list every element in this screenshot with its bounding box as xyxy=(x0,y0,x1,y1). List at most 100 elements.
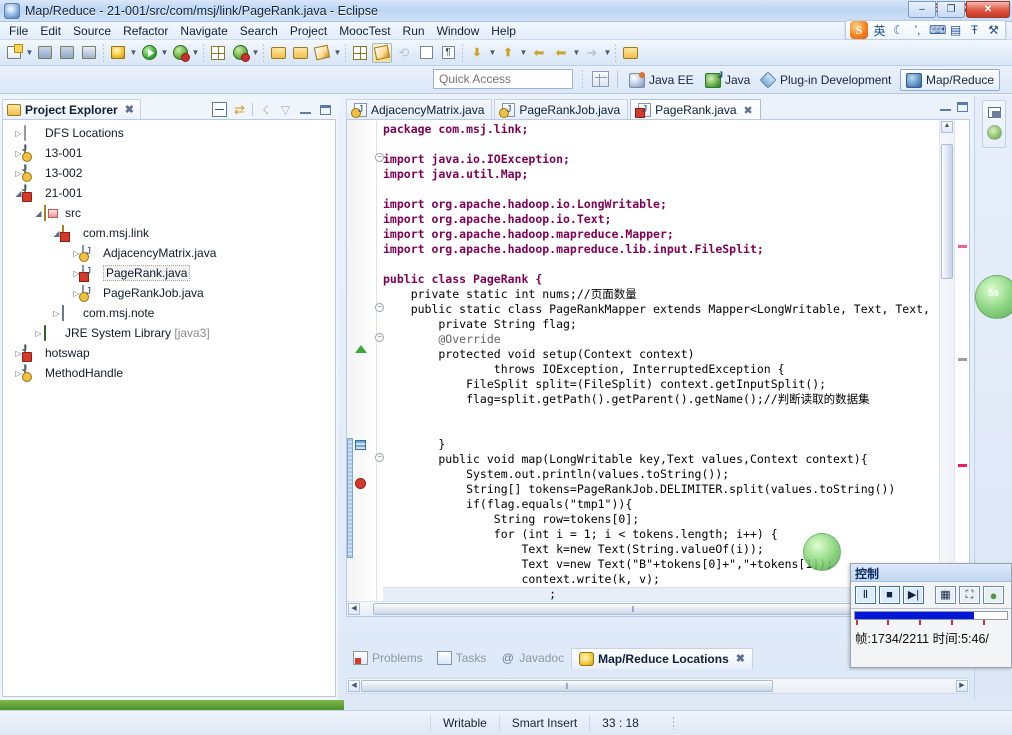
menu-edit[interactable]: Edit xyxy=(34,23,67,39)
link-editor-icon[interactable]: ⇄ xyxy=(232,102,247,117)
minimize-window-button[interactable]: – xyxy=(908,1,936,18)
outline-view-icon[interactable] xyxy=(987,125,1002,140)
sogou-ime-toolbar[interactable]: S 英 ☾ ’, ⌨ ▤ Ŧ ⚒ xyxy=(845,20,1006,40)
step-forward-button[interactable]: ▶| xyxy=(903,586,924,604)
scroll-left-arrow-icon[interactable]: ◀ xyxy=(348,603,360,615)
perspective-java-ee[interactable]: Java EE xyxy=(624,69,699,91)
skin-icon[interactable]: Ŧ xyxy=(967,23,982,37)
previous-annotation-dropdown-chevron-down-icon[interactable]: ▼ xyxy=(519,48,528,57)
editor-tab-adjacencymatrix[interactable]: AdjacencyMatrix.java xyxy=(346,99,493,120)
sogou-logo-icon[interactable]: S xyxy=(850,21,868,39)
tree-item-13-001[interactable]: ▷ 13-001 xyxy=(3,143,335,163)
tree-item-dfs-locations[interactable]: ▷ DFS Locations xyxy=(3,123,335,143)
open-task-button[interactable] xyxy=(290,43,310,63)
new-java-project-button[interactable] xyxy=(208,43,228,63)
tab-javadoc[interactable]: @ Javadoc xyxy=(493,648,571,669)
toolbox-icon[interactable]: ▤ xyxy=(948,23,963,37)
tree-item-pagerankjob-java[interactable]: ▷ PageRankJob.java xyxy=(3,283,335,303)
toggle-mark-button[interactable] xyxy=(372,42,392,63)
perspective-java[interactable]: Java xyxy=(700,69,755,91)
outline-button[interactable] xyxy=(416,43,436,63)
editor-tab-pagerankjob[interactable]: PageRankJob.java xyxy=(494,99,629,120)
close-icon[interactable]: ✖ xyxy=(736,652,745,665)
bottom-horizontal-scrollbar[interactable]: ◀ ‖ ▶ xyxy=(346,678,970,694)
pointer-button[interactable]: ● xyxy=(983,586,1004,604)
back-dropdown-chevron-down-icon[interactable]: ▼ xyxy=(572,48,581,57)
last-edit-button[interactable]: ⟲ xyxy=(394,43,414,63)
fullscreen-button[interactable]: ⛶ xyxy=(959,586,980,604)
scroll-left-arrow-icon[interactable]: ◀ xyxy=(348,680,360,692)
perspective-plugin-development[interactable]: Plug-in Development xyxy=(755,69,896,91)
save-all-button[interactable] xyxy=(57,43,77,63)
save-button[interactable] xyxy=(35,43,55,63)
recorder-control-panel[interactable]: 控制 Ⅱ ■ ▶| ▦ ⛶ ● 帧:1734/2211 时间:5:46/ xyxy=(850,563,1012,668)
collapse-all-icon[interactable] xyxy=(212,102,227,117)
mark-occurrences-button[interactable] xyxy=(312,43,332,63)
view-menu-chevron-down-icon[interactable]: ▽ xyxy=(278,102,293,117)
stop-button[interactable]: ■ xyxy=(879,586,900,604)
menu-window[interactable]: Window xyxy=(431,23,486,39)
fast-view-group[interactable] xyxy=(982,100,1006,148)
expand-chevron-icon[interactable]: ▷ xyxy=(51,309,62,318)
scroll-up-arrow-icon[interactable]: ▲ xyxy=(941,121,953,133)
previous-annotation-button[interactable]: ⬆ xyxy=(498,43,518,63)
tree-item-adjacencymatrix-java[interactable]: ▷ AdjacencyMatrix.java xyxy=(3,243,335,263)
extra-toolbar-button[interactable] xyxy=(620,43,640,63)
menu-refactor[interactable]: Refactor xyxy=(117,23,174,39)
mark-dropdown-chevron-down-icon[interactable]: ▼ xyxy=(333,48,342,57)
tree-item-hotswap[interactable]: ▷ hotswap xyxy=(3,343,335,363)
menu-project[interactable]: Project xyxy=(284,23,333,39)
scroll-right-arrow-icon[interactable]: ▶ xyxy=(956,680,968,692)
tab-problems[interactable]: Problems xyxy=(346,648,430,669)
restore-view-icon[interactable] xyxy=(988,107,1001,118)
chinese-english-toggle-icon[interactable]: 英 xyxy=(872,22,887,39)
playback-progress-track[interactable] xyxy=(854,611,1008,620)
debug-dropdown-chevron-down-icon[interactable]: ▼ xyxy=(129,48,138,57)
debug-button[interactable] xyxy=(108,43,128,63)
tree-item-jre-system-library[interactable]: ▷ JRE System Library [java3] xyxy=(3,323,335,343)
expand-chevron-icon[interactable]: ▷ xyxy=(13,129,24,138)
horizontal-scroll-thumb[interactable]: ‖ xyxy=(373,603,893,615)
editor-body[interactable]: − − − − package com.msj.link; import jav… xyxy=(346,119,970,617)
next-annotation-button[interactable]: ⬇ xyxy=(467,43,487,63)
tree-item-21-001[interactable]: ◢ 21-001 xyxy=(3,183,335,203)
pause-button[interactable]: Ⅱ xyxy=(855,586,876,604)
tree-item-com-msj-link[interactable]: ◢ com.msj.link xyxy=(3,223,335,243)
bottom-scroll-thumb[interactable]: ‖ xyxy=(361,680,773,692)
pilcrow-button[interactable]: ¶ xyxy=(438,43,458,63)
menu-search[interactable]: Search xyxy=(234,23,284,39)
menu-mooctest[interactable]: MoocTest xyxy=(333,23,396,39)
new-class-dropdown-chevron-down-icon[interactable]: ▼ xyxy=(251,48,260,57)
open-perspective-button[interactable] xyxy=(592,71,609,87)
new-class-button[interactable] xyxy=(230,43,250,63)
menu-help[interactable]: Help xyxy=(485,23,522,39)
tree-item-methodhandle[interactable]: ▷ MethodHandle xyxy=(3,363,335,383)
tree-item-13-002[interactable]: ▷ 13-002 xyxy=(3,163,335,183)
editor-tab-pagerank[interactable]: PageRank.java ✖ xyxy=(630,99,761,120)
editor-vertical-scrollbar[interactable]: ▲ ▼ xyxy=(939,120,954,616)
menu-file[interactable]: File xyxy=(3,23,34,39)
back-history-button[interactable]: ⬅ xyxy=(529,43,549,63)
close-window-button[interactable]: ✕ xyxy=(966,1,1010,18)
run-external-dropdown-chevron-down-icon[interactable]: ▼ xyxy=(191,48,200,57)
forward-button[interactable]: ➜ xyxy=(582,43,602,63)
print-button[interactable] xyxy=(79,43,99,63)
tree-item-com-msj-note[interactable]: ▷ com.msj.note xyxy=(3,303,335,323)
close-icon[interactable]: ✖ xyxy=(744,104,753,117)
minimize-icon[interactable] xyxy=(940,102,951,111)
collapse-chevron-icon[interactable]: ◢ xyxy=(33,209,44,218)
settings-wrench-icon[interactable]: ⚒ xyxy=(986,23,1001,37)
tree-item-pagerank-java[interactable]: ▷ PageRank.java xyxy=(3,263,335,283)
back-button[interactable]: ⬅ xyxy=(551,43,571,63)
frame-select-button[interactable]: ▦ xyxy=(935,586,956,604)
run-dropdown-chevron-down-icon[interactable]: ▼ xyxy=(160,48,169,57)
new-wizard-button[interactable] xyxy=(4,43,24,63)
search-button[interactable] xyxy=(350,43,370,63)
run-button[interactable] xyxy=(139,43,159,63)
menu-navigate[interactable]: Navigate xyxy=(174,23,233,39)
tree-item-src[interactable]: ◢ src xyxy=(3,203,335,223)
run-external-button[interactable] xyxy=(170,43,190,63)
maximize-window-button[interactable]: ❐ xyxy=(937,1,965,18)
maximize-icon[interactable] xyxy=(957,102,968,112)
soft-keyboard-icon[interactable]: ⌨ xyxy=(929,23,946,37)
